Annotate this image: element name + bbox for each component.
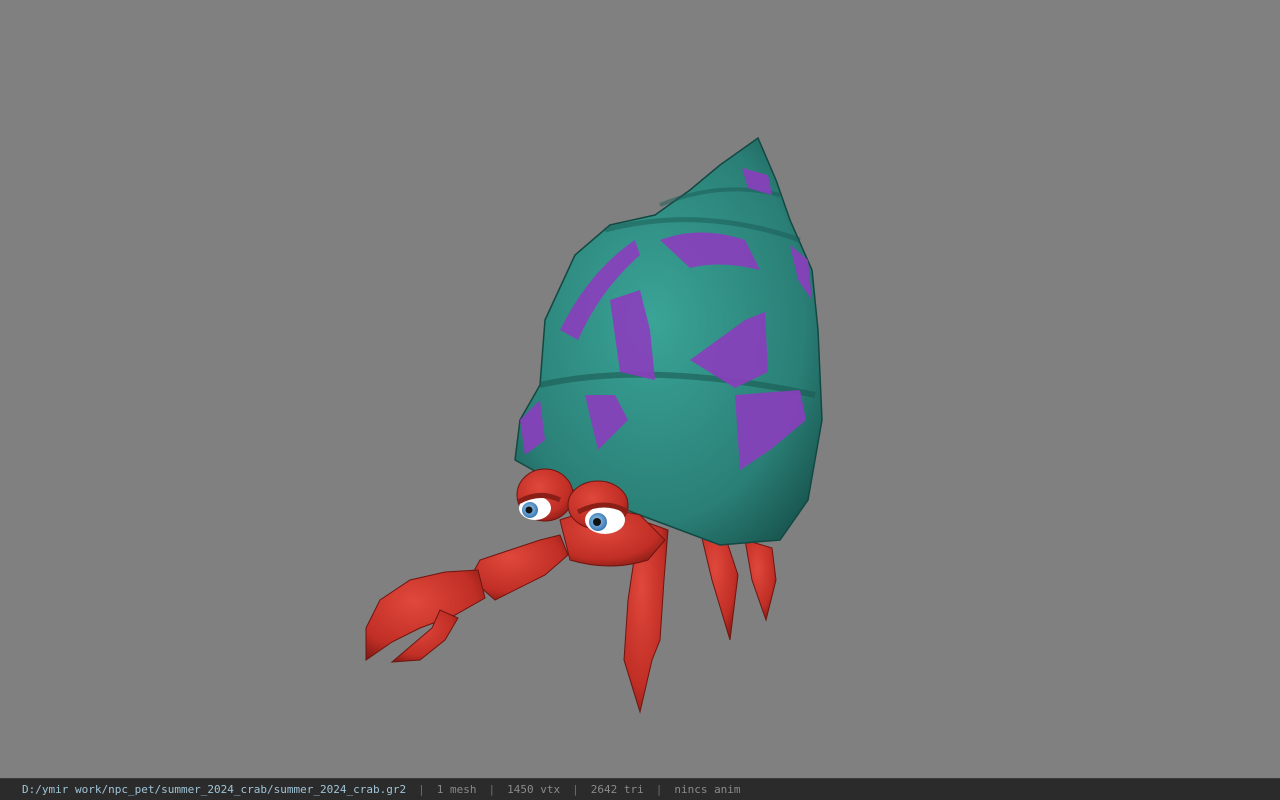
triangle-count: 2642 tri [590,783,644,796]
crab-leg [744,539,777,622]
crab-leg [699,529,739,641]
vertex-count: 1450 vtx [507,783,561,796]
status-separator: | [572,783,579,796]
crab-eye-left [516,468,574,522]
status-separator: | [488,783,496,796]
status-separator: | [418,783,425,796]
status-bar: D:/ymir work/npc_pet/summer_2024_crab/su… [0,778,1280,800]
animation-status: nincs anim [674,783,741,796]
mesh-count: 1 mesh [436,783,477,796]
3d-viewport[interactable] [0,0,1280,778]
model-file-path: D:/ymir work/npc_pet/summer_2024_crab/su… [22,783,407,796]
hermit-crab-model[interactable] [0,0,1280,778]
crab-claw [365,534,569,663]
status-separator: | [655,783,663,796]
